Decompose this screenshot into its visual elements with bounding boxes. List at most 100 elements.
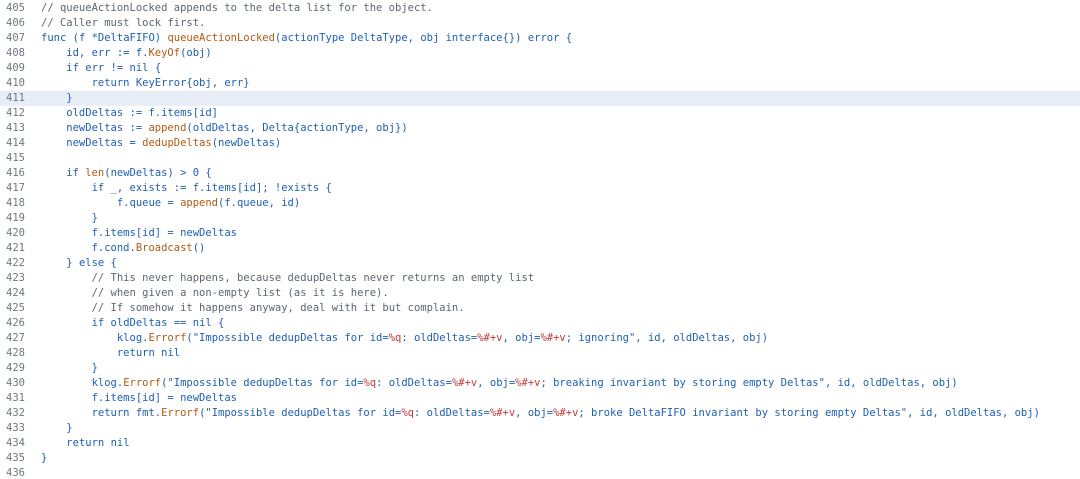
code-token: if [91, 182, 105, 194]
line-content: // Caller must lock first. [32, 16, 205, 31]
line-number[interactable]: 416 [0, 166, 32, 181]
code-token: { [211, 317, 225, 329]
line-content: return fmt.Errorf("Impossible dedupDelta… [32, 406, 1040, 421]
code-token: (obj) [180, 47, 212, 59]
line-content: oldDeltas := f.items[id] [32, 106, 218, 121]
line-number[interactable]: 424 [0, 286, 32, 301]
line-number[interactable]: 433 [0, 421, 32, 436]
code-line: 410 return KeyError{obj, err} [0, 76, 1080, 91]
code-token: return [66, 437, 105, 449]
code-token: // This never happens, because dedupDelt… [91, 272, 535, 284]
line-content: return nil [32, 436, 130, 451]
code-line: 429 } [0, 361, 1080, 376]
line-number[interactable]: 434 [0, 436, 32, 451]
code-token: // when given a non-empty list (as it is… [91, 287, 389, 299]
line-number[interactable]: 419 [0, 211, 32, 226]
code-token: ; breaking invariant by storing empty De… [540, 377, 825, 389]
code-token: } [41, 257, 79, 269]
line-number[interactable]: 428 [0, 346, 32, 361]
line-number[interactable]: 414 [0, 136, 32, 151]
code-line: 431 f.items[id] = newDeltas [0, 391, 1080, 406]
code-token: nil [129, 62, 149, 74]
line-content: f.items[id] = newDeltas [32, 391, 237, 406]
line-number[interactable]: 422 [0, 256, 32, 271]
code-token: else [78, 257, 105, 269]
line-number[interactable]: 417 [0, 181, 32, 196]
code-token: return [116, 347, 155, 359]
code-token: ("Impossible dedupDeltas for id= [186, 332, 389, 344]
line-number[interactable]: 412 [0, 106, 32, 121]
line-number[interactable]: 406 [0, 16, 32, 31]
line-number[interactable]: 408 [0, 46, 32, 61]
code-token: Errorf [123, 377, 162, 389]
code-line: 423 // This never happens, because dedup… [0, 271, 1080, 286]
line-number[interactable]: 421 [0, 241, 32, 256]
code-token: newDeltas = [41, 137, 143, 149]
code-token: , id, oldDeltas, obj) [635, 332, 769, 344]
line-number[interactable]: 409 [0, 61, 32, 76]
code-token: (f *DeltaFIFO) [66, 32, 168, 44]
code-token: func [41, 32, 67, 44]
line-number[interactable]: 407 [0, 31, 32, 46]
line-number[interactable]: 427 [0, 331, 32, 346]
code-line: 405 // queueActionLocked appends to the d… [0, 1, 1080, 16]
code-token: ("Impossible dedupDeltas for id= [199, 407, 402, 419]
code-line: 415 [0, 151, 1080, 166]
code-line: 436 [0, 466, 1080, 479]
line-content: f.cond.Broadcast() [32, 241, 206, 256]
code-token: ("Impossible dedupDeltas for id= [161, 377, 364, 389]
line-number[interactable]: 431 [0, 391, 32, 406]
line-number[interactable]: 430 [0, 376, 32, 391]
line-number[interactable]: 432 [0, 406, 32, 421]
code-token: } [41, 422, 73, 434]
line-number[interactable]: 429 [0, 361, 32, 376]
line-number[interactable]: 425 [0, 301, 32, 316]
line-number[interactable]: 435 [0, 451, 32, 466]
line-content: // If somehow it happens anyway, deal wi… [32, 301, 465, 316]
code-line: 412 oldDeltas := f.items[id] [0, 106, 1080, 121]
line-number[interactable]: 413 [0, 121, 32, 136]
code-token: append [148, 122, 187, 134]
line-number[interactable]: 423 [0, 271, 32, 286]
code-token: %q [363, 377, 377, 389]
code-line: 433 } [0, 421, 1080, 436]
code-line: 430 klog.Errorf("Impossible dedupDeltas … [0, 376, 1080, 391]
line-content: if _, exists := f.items[id]; !exists { [32, 181, 332, 196]
code-line: 417 if _, exists := f.items[id]; !exists… [0, 181, 1080, 196]
code-token: ; ignoring" [565, 332, 636, 344]
code-token: dedupDeltas [142, 137, 212, 149]
line-number[interactable]: 420 [0, 226, 32, 241]
line-number[interactable]: 410 [0, 76, 32, 91]
code-token: (f.queue, id) [218, 197, 301, 209]
line-content: if oldDeltas == nil { [32, 316, 225, 331]
code-line: 422 } else { [0, 256, 1080, 271]
code-token: {}) [502, 32, 528, 44]
line-content: } [32, 91, 72, 106]
code-token: , obj= [502, 332, 541, 344]
line-number[interactable]: 415 [0, 151, 32, 166]
code-token: %#+v [477, 332, 503, 344]
code-line: 416 if len(newDeltas) > 0 { [0, 166, 1080, 181]
code-token: nil [110, 437, 130, 449]
code-line: 414 newDeltas = dedupDeltas(newDeltas) [0, 136, 1080, 151]
code-token: : oldDeltas= [401, 332, 478, 344]
code-token: interface [445, 32, 503, 44]
line-number[interactable]: 405 [0, 1, 32, 16]
code-token: error [527, 32, 560, 44]
code-lines: 405 // queueActionLocked appends to the d… [0, 0, 1080, 479]
code-token: nil [161, 347, 181, 359]
line-number[interactable]: 426 [0, 316, 32, 331]
line-number[interactable]: 411 [0, 91, 32, 106]
code-token: return [91, 77, 130, 89]
line-number[interactable]: 418 [0, 196, 32, 211]
code-token: (newDeltas) > 0 { [104, 167, 212, 179]
code-token: // If somehow it happens anyway, deal wi… [91, 302, 465, 314]
code-token: { [104, 257, 117, 269]
line-content: klog.Errorf("Impossible dedupDeltas for … [32, 331, 768, 346]
code-token: %#+v [540, 332, 566, 344]
line-content: newDeltas = dedupDeltas(newDeltas) [32, 136, 281, 151]
line-number[interactable]: 436 [0, 466, 32, 479]
